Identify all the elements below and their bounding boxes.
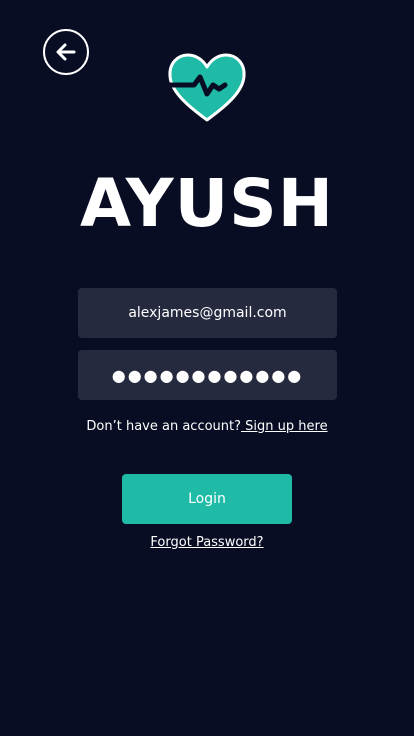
heart-pulse-icon — [167, 53, 246, 122]
login-button[interactable]: Login — [122, 474, 292, 524]
forgot-password-row: Forgot Password? — [0, 534, 414, 552]
password-field[interactable] — [90, 365, 325, 385]
signup-prompt: Don’t have an account? — [86, 419, 242, 434]
back-button[interactable] — [43, 29, 89, 75]
password-field-container — [78, 350, 337, 400]
email-field-container — [78, 288, 337, 338]
signup-link[interactable]: Sign up here — [241, 419, 327, 434]
email-field[interactable] — [90, 305, 325, 321]
signup-row: Don’t have an account? Sign up here — [0, 418, 414, 436]
app-title: AYUSH — [80, 165, 334, 242]
arrow-left-icon — [56, 43, 76, 61]
forgot-password-link[interactable]: Forgot Password? — [150, 535, 263, 550]
